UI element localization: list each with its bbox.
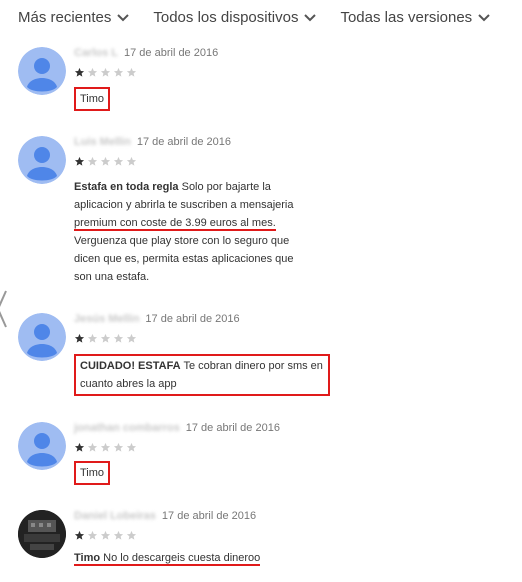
review-body-continued: Verguenza que play store con lo seguro q…	[74, 235, 294, 283]
review-date: 17 de abril de 2016	[145, 313, 240, 325]
star-icon	[113, 530, 124, 540]
star-rating	[74, 333, 494, 345]
sort-filter-label: Más recientes	[18, 9, 112, 26]
device-filter[interactable]: Todos los dispositivos	[153, 9, 317, 26]
review-author: Jesús Mellin	[74, 313, 140, 325]
highlight-box: Timo	[74, 87, 111, 111]
review-text: Estafa en toda regla Solo por bajarte la…	[74, 178, 312, 286]
review-body: Timo	[80, 467, 105, 479]
review-date: 17 de abril de 2016	[161, 510, 257, 522]
star-icon	[87, 67, 98, 77]
review-date: 17 de abril de 2016	[124, 47, 219, 59]
star-icon	[100, 442, 111, 452]
review-text: Timo	[74, 461, 494, 485]
star-icon	[126, 530, 137, 540]
star-icon	[100, 530, 111, 540]
star-icon	[87, 530, 98, 540]
star-icon	[87, 442, 98, 452]
star-rating	[74, 530, 494, 542]
review-title: Estafa en toda regla	[74, 181, 179, 193]
star-icon	[113, 67, 124, 77]
star-icon	[74, 333, 85, 343]
underlined-text: premium con coste de 3.99 euros al mes.	[74, 217, 276, 231]
review-author: Luis Mellin	[74, 136, 131, 148]
sort-filter[interactable]: Más recientes	[18, 9, 130, 26]
chevron-left-icon[interactable]	[0, 289, 8, 329]
star-icon	[126, 156, 137, 166]
chevron-down-icon	[304, 13, 317, 21]
review-body: No lo descargeis cuesta dineroo	[100, 552, 261, 564]
star-icon	[100, 67, 111, 77]
review-author: Daniel Lobeiras	[74, 510, 156, 522]
star-icon	[126, 67, 137, 77]
underlined-text: Timo No lo descargeis cuesta dineroo	[74, 552, 261, 566]
review-title: Timo	[74, 552, 101, 564]
star-icon	[113, 442, 124, 452]
review-author: Carlos L	[74, 47, 119, 59]
star-icon	[126, 333, 137, 343]
review-title: CUIDADO! ESTAFA	[80, 360, 181, 372]
highlight-box: Timo	[74, 461, 111, 485]
chevron-down-icon	[478, 13, 490, 21]
avatar	[18, 313, 66, 361]
review-date: 17 de abril de 2016	[185, 422, 280, 434]
star-icon	[87, 333, 98, 343]
version-filter-label: Todas las versiones	[340, 9, 473, 26]
avatar	[18, 136, 66, 184]
device-filter-label: Todos los dispositivos	[153, 9, 299, 26]
star-icon	[113, 333, 124, 343]
star-icon	[74, 530, 85, 540]
star-icon	[87, 156, 98, 166]
review-text: CUIDADO! ESTAFA Te cobran dinero por sms…	[74, 354, 494, 396]
star-icon	[126, 442, 137, 452]
version-filter[interactable]: Todas las versiones	[340, 9, 490, 26]
review-date: 17 de abril de 2016	[136, 136, 232, 148]
star-icon	[113, 156, 124, 166]
highlight-box: CUIDADO! ESTAFA Te cobran dinero por sms…	[74, 354, 330, 396]
chevron-down-icon	[117, 13, 130, 21]
review-body: Timo	[80, 93, 105, 105]
star-rating	[74, 156, 494, 168]
star-rating	[74, 442, 494, 454]
review-text: Timo	[74, 87, 494, 111]
star-icon	[74, 67, 85, 77]
avatar	[18, 510, 66, 558]
star-rating	[74, 67, 494, 79]
star-icon	[100, 156, 111, 166]
star-icon	[74, 442, 85, 452]
avatar	[18, 47, 66, 95]
review-text: Timo No lo descargeis cuesta dineroo	[74, 549, 494, 567]
filter-bar: Más recientes Todos los dispositivos Tod…	[18, 9, 490, 26]
star-icon	[100, 333, 111, 343]
review-author: jonathan combarros	[74, 422, 180, 434]
star-icon	[74, 156, 85, 166]
avatar	[18, 422, 66, 470]
